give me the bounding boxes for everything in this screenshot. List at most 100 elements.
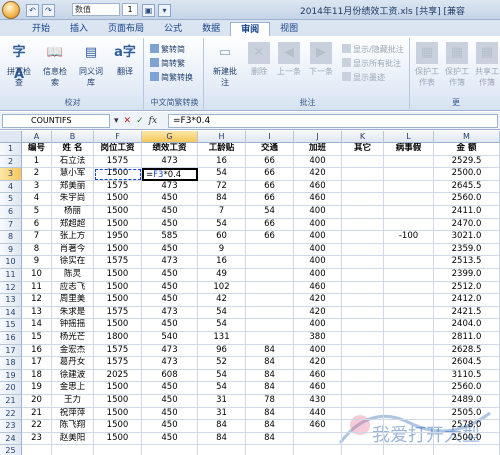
- table-cell[interactable]: 54: [198, 218, 246, 232]
- next-comment-button[interactable]: ▶ 下一条: [306, 42, 336, 77]
- table-cell[interactable]: [342, 243, 384, 257]
- delete-comment-button[interactable]: ✕ 删除: [244, 42, 274, 77]
- header-cell[interactable]: 工龄贴: [198, 143, 246, 156]
- column-header-f[interactable]: F: [94, 131, 142, 143]
- table-cell[interactable]: 1500: [94, 432, 142, 446]
- row-header-17[interactable]: 17: [0, 344, 22, 358]
- table-cell[interactable]: [384, 281, 434, 295]
- table-cell[interactable]: [342, 269, 384, 282]
- header-cell[interactable]: 交通: [246, 143, 294, 156]
- table-cell[interactable]: 2412.0: [434, 294, 500, 307]
- table-cell[interactable]: 450: [142, 281, 198, 295]
- row-header-25[interactable]: 25: [0, 445, 22, 455]
- office-button[interactable]: [2, 1, 20, 19]
- tab-formulas[interactable]: 公式: [154, 22, 192, 36]
- table-cell[interactable]: 16: [198, 155, 246, 169]
- table-cell[interactable]: 3110.5: [434, 369, 500, 383]
- table-cell[interactable]: [384, 344, 434, 358]
- table-cell[interactable]: [246, 281, 294, 295]
- table-cell[interactable]: 450: [142, 269, 198, 282]
- table-cell[interactable]: 陈飞翔: [52, 420, 94, 433]
- table-cell[interactable]: 84: [246, 407, 294, 421]
- table-cell[interactable]: 2628.5: [434, 344, 500, 358]
- table-cell[interactable]: 450: [142, 294, 198, 307]
- table-cell[interactable]: 2645.5: [434, 180, 500, 194]
- table-cell[interactable]: 2025: [94, 369, 142, 383]
- header-cell[interactable]: 加班: [294, 143, 342, 156]
- protect-workbook-button[interactable]: ▦ 保护工作簿: [442, 42, 472, 88]
- row-header-18[interactable]: 18: [0, 357, 22, 370]
- show-ink-button[interactable]: 显示墨迹: [342, 72, 385, 83]
- table-cell[interactable]: 葛丹女: [52, 357, 94, 370]
- table-cell[interactable]: 440: [294, 407, 342, 421]
- table-cell[interactable]: 131: [198, 332, 246, 345]
- table-cell[interactable]: 2811.0: [434, 332, 500, 345]
- table-cell[interactable]: 66: [246, 155, 294, 169]
- table-cell[interactable]: 1500: [94, 420, 142, 433]
- table-cell[interactable]: 1800: [94, 332, 142, 345]
- row-header-6[interactable]: 6: [0, 206, 22, 219]
- table-cell[interactable]: [52, 445, 94, 455]
- table-cell[interactable]: [342, 294, 384, 307]
- table-cell[interactable]: 23: [22, 432, 52, 446]
- table-cell[interactable]: 84: [246, 344, 294, 358]
- table-cell[interactable]: 金宏杰: [52, 344, 94, 358]
- redo-icon[interactable]: ↷: [42, 3, 55, 17]
- table-cell[interactable]: [22, 445, 52, 455]
- table-cell[interactable]: 1575: [94, 256, 142, 269]
- tab-insert[interactable]: 插入: [60, 22, 98, 36]
- table-cell[interactable]: 徐建波: [52, 369, 94, 383]
- table-cell[interactable]: 400: [294, 243, 342, 257]
- new-comment-button[interactable]: ▭ 新建批注: [210, 42, 240, 88]
- previous-comment-button[interactable]: ◀ 上一条: [274, 42, 304, 77]
- table-cell[interactable]: 金思上: [52, 382, 94, 395]
- enter-icon[interactable]: ✓: [136, 114, 144, 128]
- column-header-j[interactable]: J: [294, 131, 342, 143]
- table-cell[interactable]: 450: [142, 319, 198, 332]
- table-cell[interactable]: [384, 445, 434, 455]
- table-cell[interactable]: 473: [142, 357, 198, 370]
- table-cell[interactable]: 66: [246, 168, 294, 181]
- table-cell[interactable]: 540: [142, 332, 198, 345]
- table-cell[interactable]: 钟摇摇: [52, 319, 94, 332]
- column-header-k[interactable]: K: [342, 131, 384, 143]
- table-cell[interactable]: 21: [22, 407, 52, 421]
- conversion-button[interactable]: 简繁转换: [150, 72, 193, 83]
- table-cell[interactable]: 96: [198, 344, 246, 358]
- table-cell[interactable]: 400: [294, 218, 342, 232]
- column-header-h[interactable]: H: [198, 131, 246, 143]
- table-cell[interactable]: 84: [246, 369, 294, 383]
- table-cell[interactable]: 1575: [94, 180, 142, 194]
- table-cell[interactable]: [342, 407, 384, 421]
- table-cell[interactable]: 66: [246, 218, 294, 232]
- table-cell[interactable]: [342, 357, 384, 370]
- table-cell[interactable]: 450: [142, 432, 198, 446]
- table-cell[interactable]: [384, 294, 434, 307]
- table-cell[interactable]: [342, 445, 384, 455]
- table-cell[interactable]: 20: [22, 395, 52, 408]
- table-cell[interactable]: 杨丽: [52, 206, 94, 219]
- table-cell[interactable]: 3: [22, 180, 52, 194]
- table-cell[interactable]: 1575: [94, 155, 142, 169]
- table-cell[interactable]: 473: [142, 306, 198, 320]
- table-cell[interactable]: 7: [22, 231, 52, 244]
- table-cell[interactable]: 1500: [94, 168, 142, 181]
- active-cell-editor[interactable]: =F3*0.4: [142, 168, 198, 181]
- table-cell[interactable]: 380: [294, 332, 342, 345]
- table-cell[interactable]: [384, 432, 434, 446]
- tab-page-layout[interactable]: 页面布局: [98, 22, 154, 36]
- table-cell[interactable]: 4: [22, 193, 52, 206]
- row-header-9[interactable]: 9: [0, 243, 22, 257]
- table-cell[interactable]: 1575: [94, 306, 142, 320]
- table-cell[interactable]: [246, 319, 294, 332]
- table-cell[interactable]: 石立法: [52, 155, 94, 169]
- table-cell[interactable]: 54: [198, 168, 246, 181]
- table-cell[interactable]: 460: [294, 382, 342, 395]
- table-cell[interactable]: [342, 332, 384, 345]
- table-cell[interactable]: 400: [294, 344, 342, 358]
- table-cell[interactable]: [384, 180, 434, 194]
- table-cell[interactable]: 420: [294, 357, 342, 370]
- table-cell[interactable]: [384, 382, 434, 395]
- table-cell[interactable]: 84: [246, 382, 294, 395]
- spell-check-button[interactable]: 字A 拼写检查: [4, 42, 34, 88]
